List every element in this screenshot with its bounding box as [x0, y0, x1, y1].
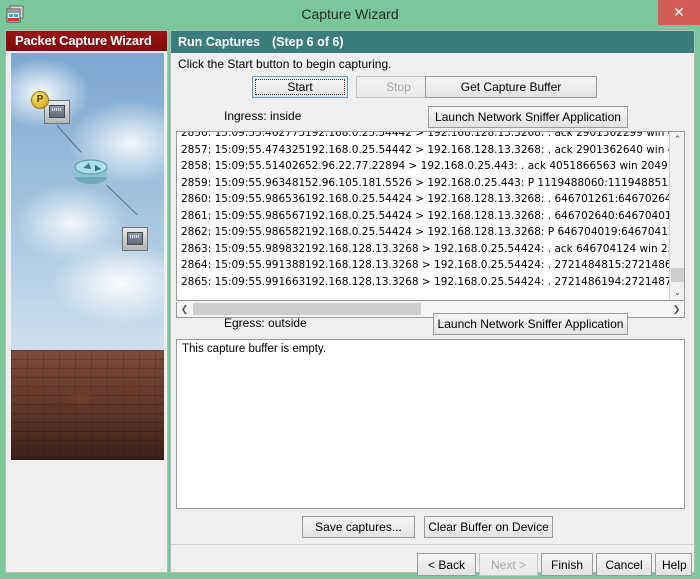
instruction-text: Click the Start button to begin capturin…	[178, 57, 392, 71]
capture-row-packet: 192.168.128.13.3268 > 192.168.0.25.54424…	[305, 259, 670, 271]
capture-row-packet: 192.168.0.25.54424 > 192.168.128.13.3268…	[305, 226, 670, 238]
egress-capture-buffer[interactable]: This capture buffer is empty.	[176, 339, 685, 509]
foliage	[11, 362, 164, 422]
scroll-left-icon[interactable]: ❮	[177, 302, 192, 316]
finish-button[interactable]: Finish	[541, 553, 593, 576]
capture-row-packet: 192.168.0.25.54442 > 192.168.128.13.3268…	[305, 131, 670, 139]
sidebar-network-diagram: P	[11, 53, 164, 460]
wizard-content-panel: Run Captures (Step 6 of 6) Click the Star…	[170, 30, 695, 576]
capture-row-index: 2865: 15:09:55.991663	[181, 275, 306, 288]
vertical-scroll-thumb[interactable]	[671, 268, 684, 282]
capture-row[interactable]: 2856: 15:09:55.462775192.168.0.25.54442 …	[177, 131, 670, 142]
close-button[interactable]: ✕	[658, 0, 700, 25]
ingress-capture-list[interactable]: 2856: 15:09:55.462775192.168.0.25.54442 …	[176, 131, 685, 301]
capture-list-vertical-scrollbar[interactable]: ⌃ ⌄	[669, 132, 684, 300]
capture-row-packet: 192.168.0.25.54424 > 192.168.128.13.3268…	[305, 193, 670, 205]
capture-row[interactable]: 2863: 15:09:55.989832192.168.128.13.3268…	[177, 241, 670, 258]
save-captures-button[interactable]: Save captures...	[302, 516, 415, 538]
sidebar-banner-title: Packet Capture Wizard	[6, 31, 167, 51]
capture-row-packet: 192.168.128.13.3268 > 192.168.0.25.54424…	[305, 242, 670, 255]
help-button[interactable]: Help	[655, 553, 692, 576]
router-icon	[69, 157, 113, 187]
title-bar: Capture Wizard ✕	[0, 0, 700, 28]
capture-row-index: 2860: 15:09:55.986536	[181, 193, 306, 205]
capture-row-index: 2859: 15:09:55.963481	[181, 176, 306, 189]
capture-row[interactable]: 2864: 15:09:55.991388192.168.128.13.3268…	[177, 257, 670, 274]
egress-label: Egress: outside	[224, 316, 307, 330]
capture-row-packet: 192.168.128.13.3268 > 192.168.0.25.54424…	[305, 275, 670, 288]
launch-sniffer-ingress-button[interactable]: Launch Network Sniffer Application	[428, 106, 628, 128]
capture-row-index: 2862: 15:09:55.986582	[181, 226, 306, 238]
capture-row[interactable]: 2861: 15:09:55.986567192.168.0.25.54424 …	[177, 208, 670, 225]
jack-port	[127, 232, 143, 245]
network-jack-icon	[122, 227, 148, 251]
cancel-button[interactable]: Cancel	[596, 553, 652, 576]
capture-row[interactable]: 2862: 15:09:55.986582192.168.0.25.54424 …	[177, 224, 670, 241]
capture-row-index: 2856: 15:09:55.462775	[181, 131, 306, 139]
step-counter: (Step 6 of 6)	[271, 35, 344, 49]
capture-row-index: 2858: 15:09:55.514026	[181, 160, 306, 172]
next-button[interactable]: Next >	[479, 553, 538, 576]
capture-row-index: 2861: 15:09:55.986567	[181, 209, 306, 222]
window-title: Capture Wizard	[301, 6, 399, 22]
packet-badge-icon: P	[31, 91, 49, 109]
capture-row[interactable]: 2865: 15:09:55.991663192.168.128.13.3268…	[177, 274, 670, 291]
capture-row[interactable]: 2857: 15:09:55.474325192.168.0.25.54442 …	[177, 142, 670, 159]
capture-rows: 2856: 15:09:55.462775192.168.0.25.54442 …	[177, 131, 670, 291]
jack-port	[49, 105, 65, 118]
capture-row[interactable]: 2858: 15:09:55.51402652.96.22.77.22894 >…	[177, 158, 670, 175]
capture-row-packet: 52.96.105.181.5526 > 192.168.0.25.443: P…	[305, 176, 670, 189]
capture-row[interactable]: 2860: 15:09:55.986536192.168.0.25.54424 …	[177, 191, 670, 208]
step-title: Run Captures	[178, 35, 260, 49]
start-button[interactable]: Start	[252, 76, 348, 98]
nav-separator	[171, 544, 694, 545]
back-button[interactable]: < Back	[417, 553, 476, 576]
scroll-right-icon[interactable]: ❯	[669, 302, 684, 316]
launch-sniffer-egress-button[interactable]: Launch Network Sniffer Application	[433, 313, 628, 335]
clear-buffer-button[interactable]: Clear Buffer on Device	[424, 516, 553, 538]
horizontal-scroll-thumb[interactable]	[193, 303, 421, 315]
wizard-sidebar: Packet Capture Wizard P	[5, 30, 168, 573]
capture-row-packet: 192.168.0.25.54442 > 192.168.128.13.3268…	[305, 143, 670, 156]
ingress-label: Ingress: inside	[224, 109, 302, 123]
capture-wizard-window: Capture Wizard ✕ Packet Capture Wizard P…	[0, 0, 700, 579]
capture-row[interactable]: 2859: 15:09:55.96348152.96.105.181.5526 …	[177, 175, 670, 192]
scroll-down-icon[interactable]: ⌄	[670, 285, 684, 300]
step-header: Run Captures (Step 6 of 6)	[171, 31, 694, 53]
capture-row-index: 2864: 15:09:55.991388	[181, 259, 306, 271]
capture-row-index: 2863: 15:09:55.989832	[181, 242, 306, 255]
capture-row-packet: 192.168.0.25.54424 > 192.168.128.13.3268…	[305, 209, 670, 222]
capture-row-index: 2857: 15:09:55.474325	[181, 143, 306, 156]
capture-row-packet: 52.96.22.77.22894 > 192.168.0.25.443: . …	[305, 160, 668, 172]
get-capture-buffer-button[interactable]: Get Capture Buffer	[425, 76, 597, 98]
scroll-up-icon[interactable]: ⌃	[670, 132, 684, 147]
